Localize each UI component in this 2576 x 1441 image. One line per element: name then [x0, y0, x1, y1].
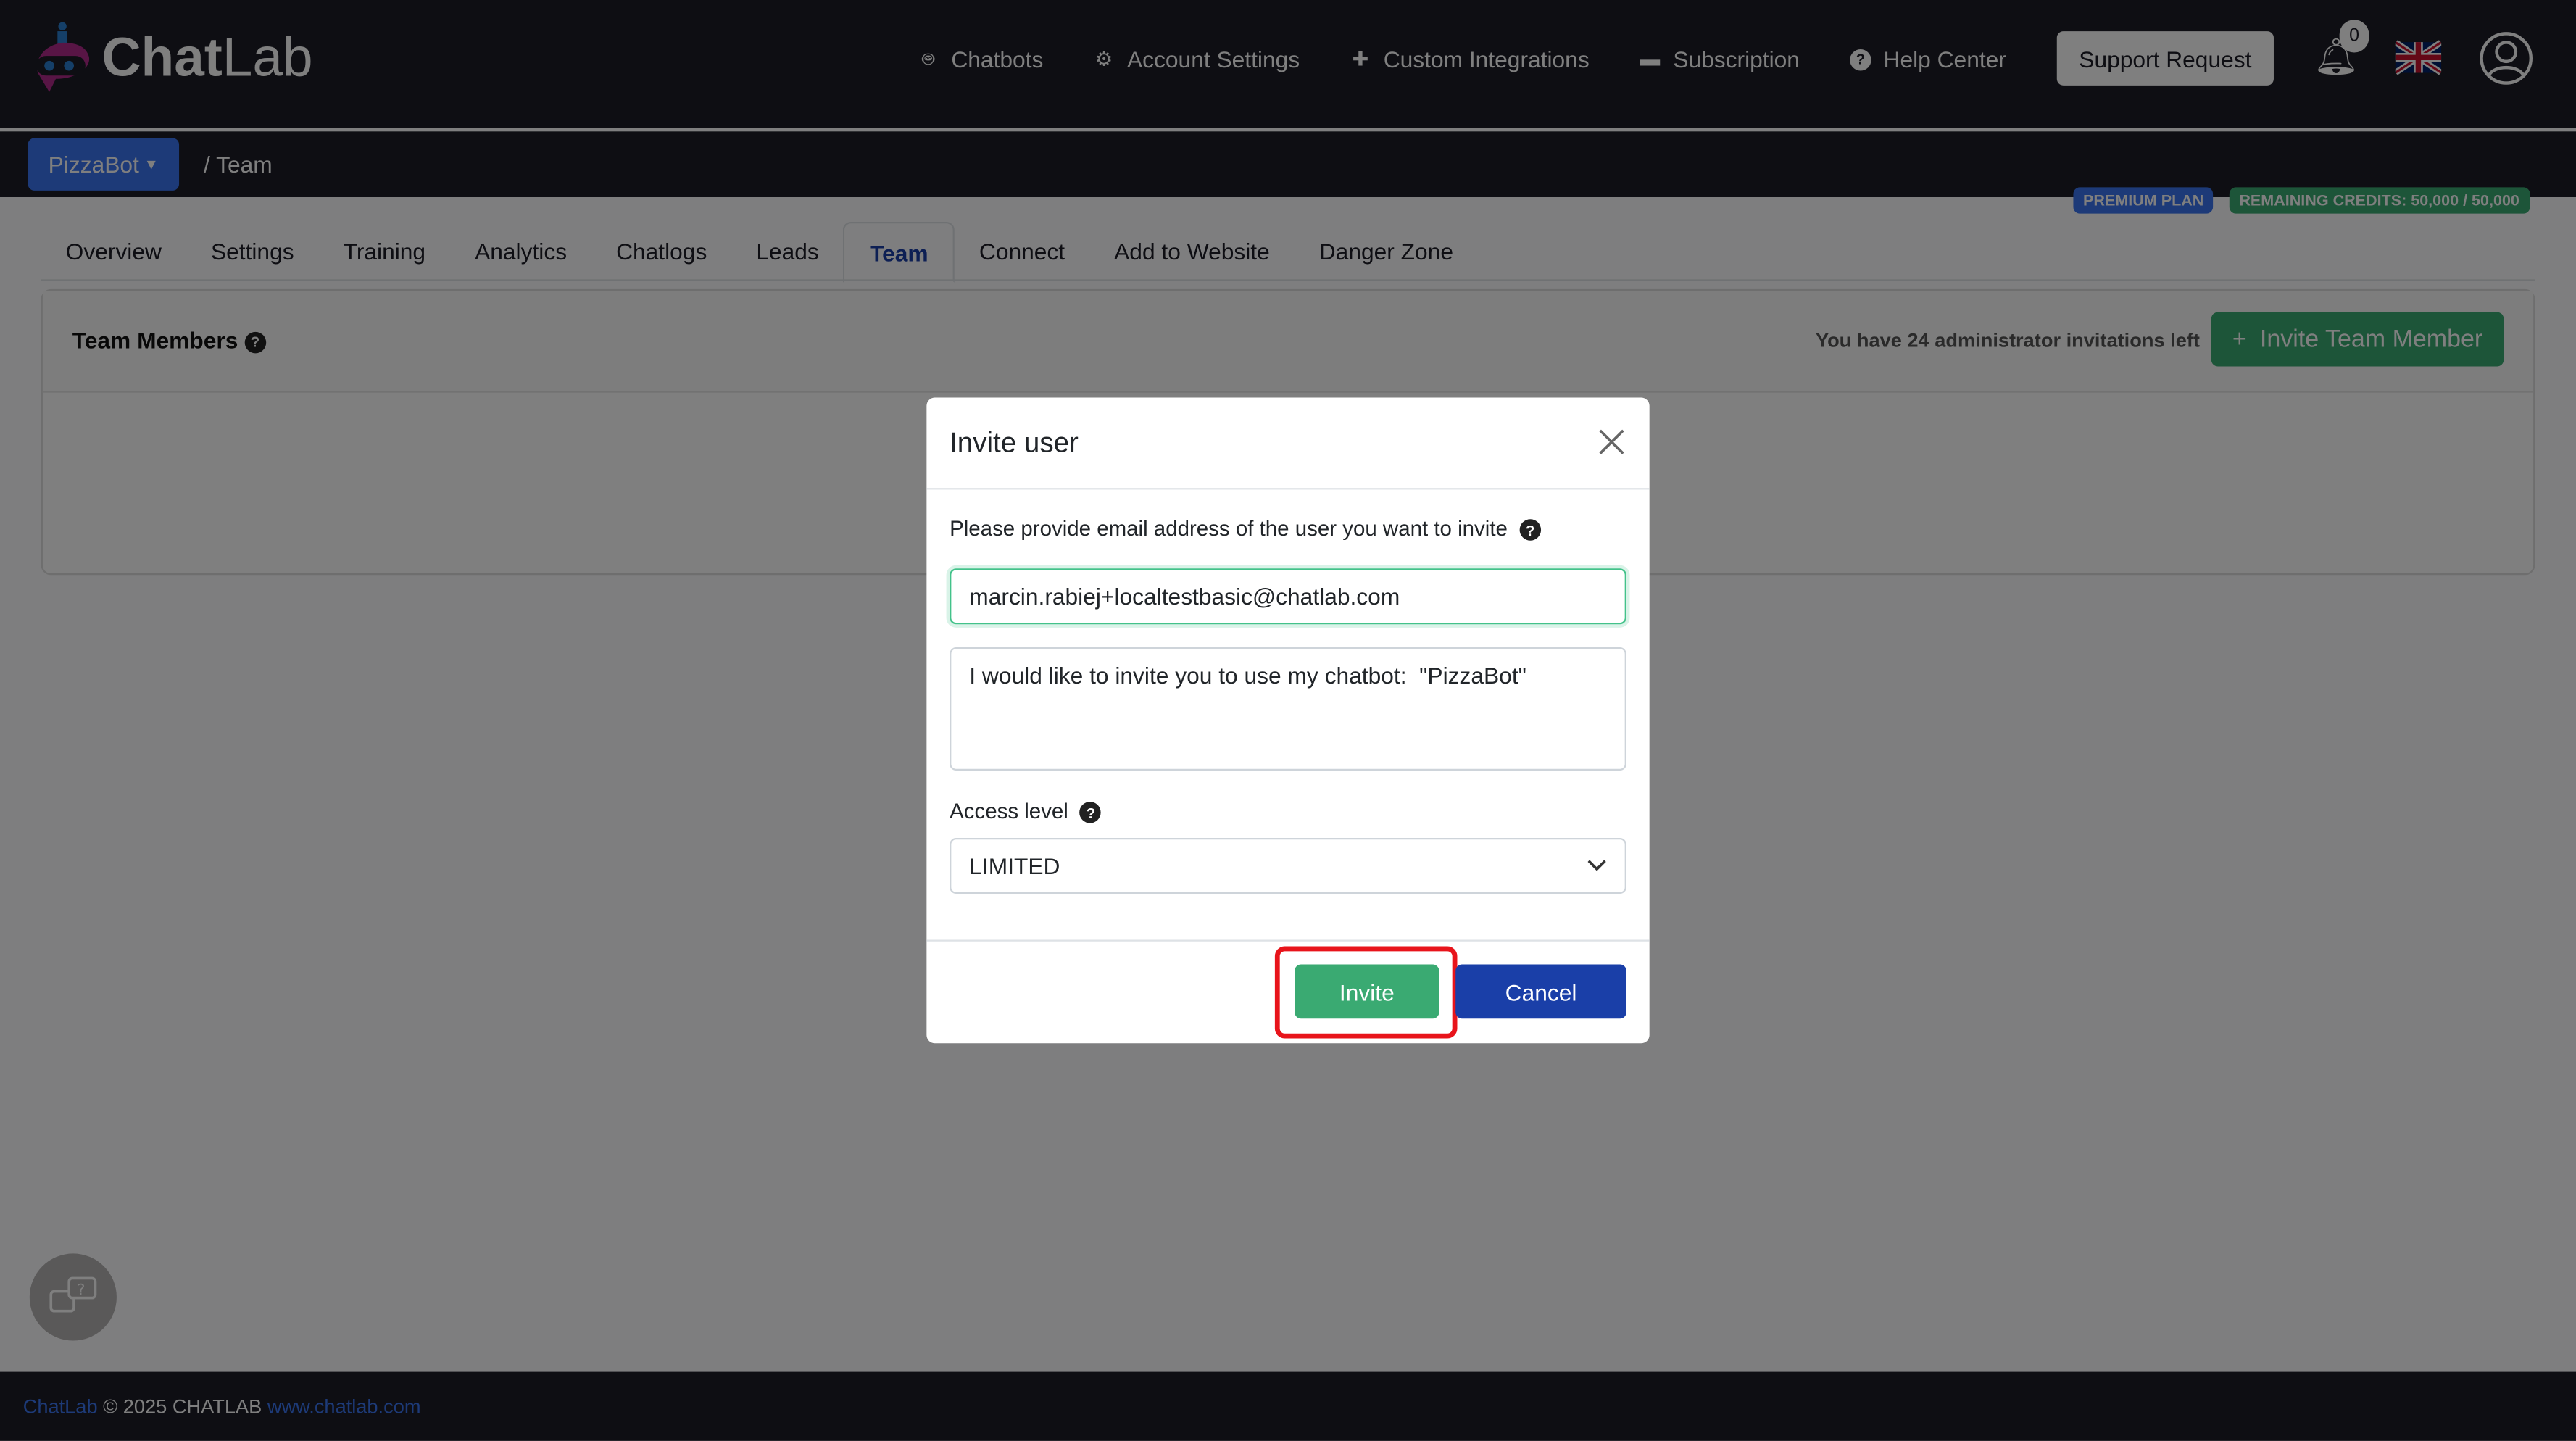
help-icon[interactable]: ? — [1519, 519, 1540, 540]
help-icon[interactable]: ? — [1080, 802, 1101, 823]
email-label-text: Please provide email address of the user… — [950, 516, 1508, 541]
close-icon[interactable] — [1597, 427, 1626, 457]
access-level-select[interactable]: LIMITED — [950, 838, 1626, 894]
chevron-down-icon — [1587, 859, 1607, 872]
modal-footer-divider — [926, 939, 1649, 941]
highlight-box — [1275, 947, 1458, 1039]
access-level-value: LIMITED — [969, 852, 1060, 879]
cancel-button[interactable]: Cancel — [1455, 964, 1626, 1018]
email-input[interactable]: marcin.rabiej+localtestbasic@chatlab.com — [950, 568, 1626, 624]
invitation-message-textarea[interactable]: I would like to invite you to use my cha… — [950, 647, 1626, 771]
modal-title: Invite user — [950, 427, 1079, 460]
invite-user-modal: Invite user Please provide email address… — [926, 398, 1649, 1044]
access-label-text: Access level — [950, 799, 1068, 823]
email-label: Please provide email address of the user… — [950, 516, 1541, 541]
access-level-label: Access level ? — [950, 799, 1102, 823]
